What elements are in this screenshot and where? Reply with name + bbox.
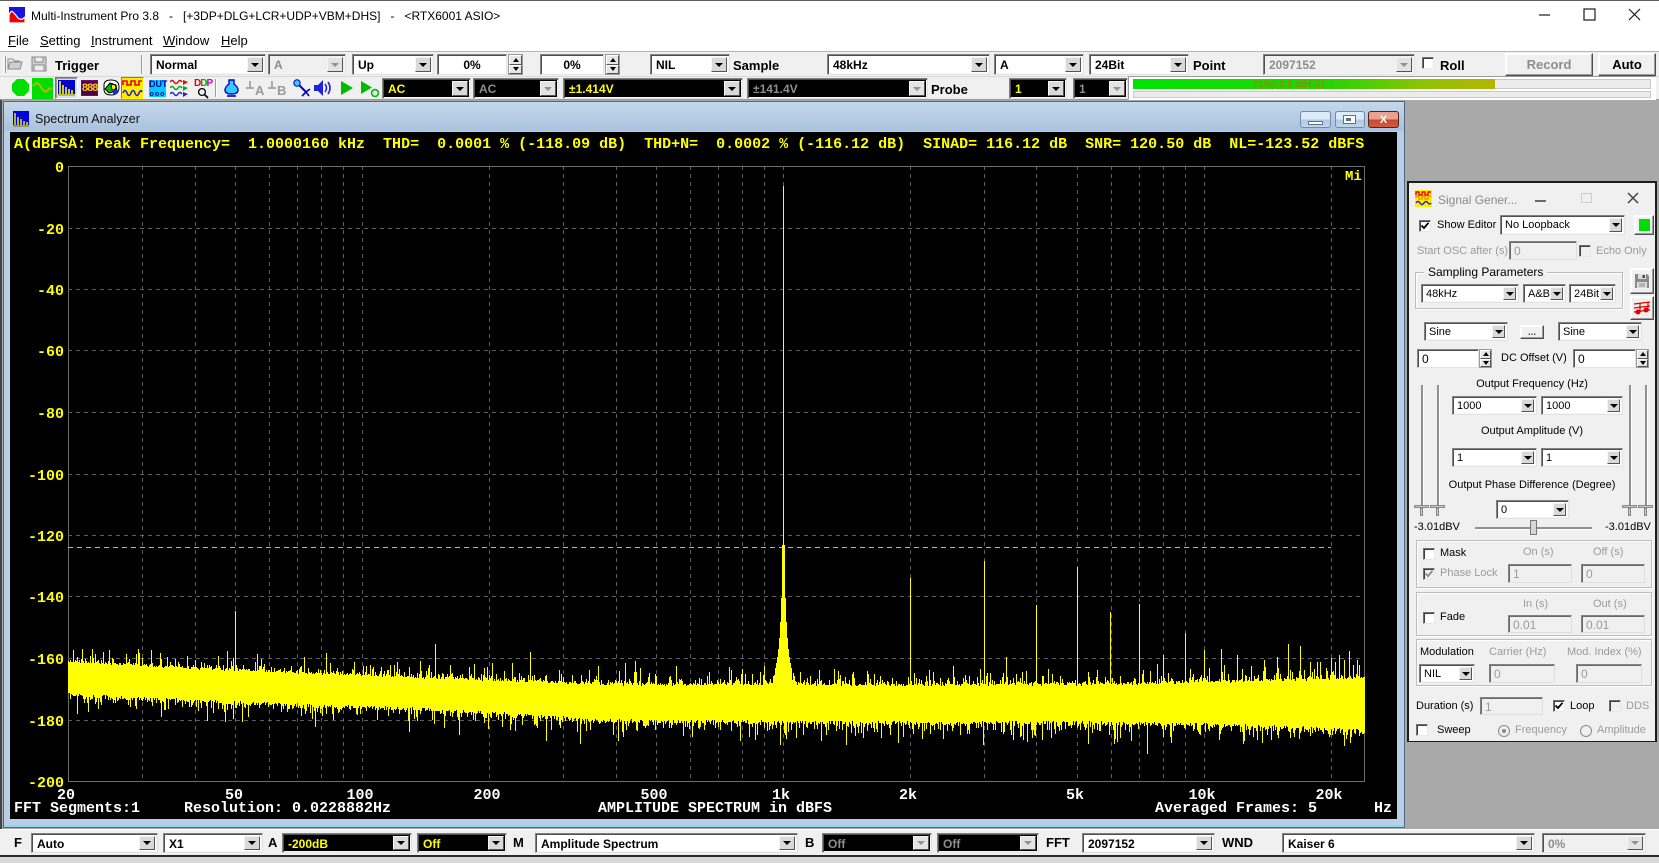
svg-text:A: A (255, 83, 265, 97)
svg-text:B: B (277, 83, 286, 97)
